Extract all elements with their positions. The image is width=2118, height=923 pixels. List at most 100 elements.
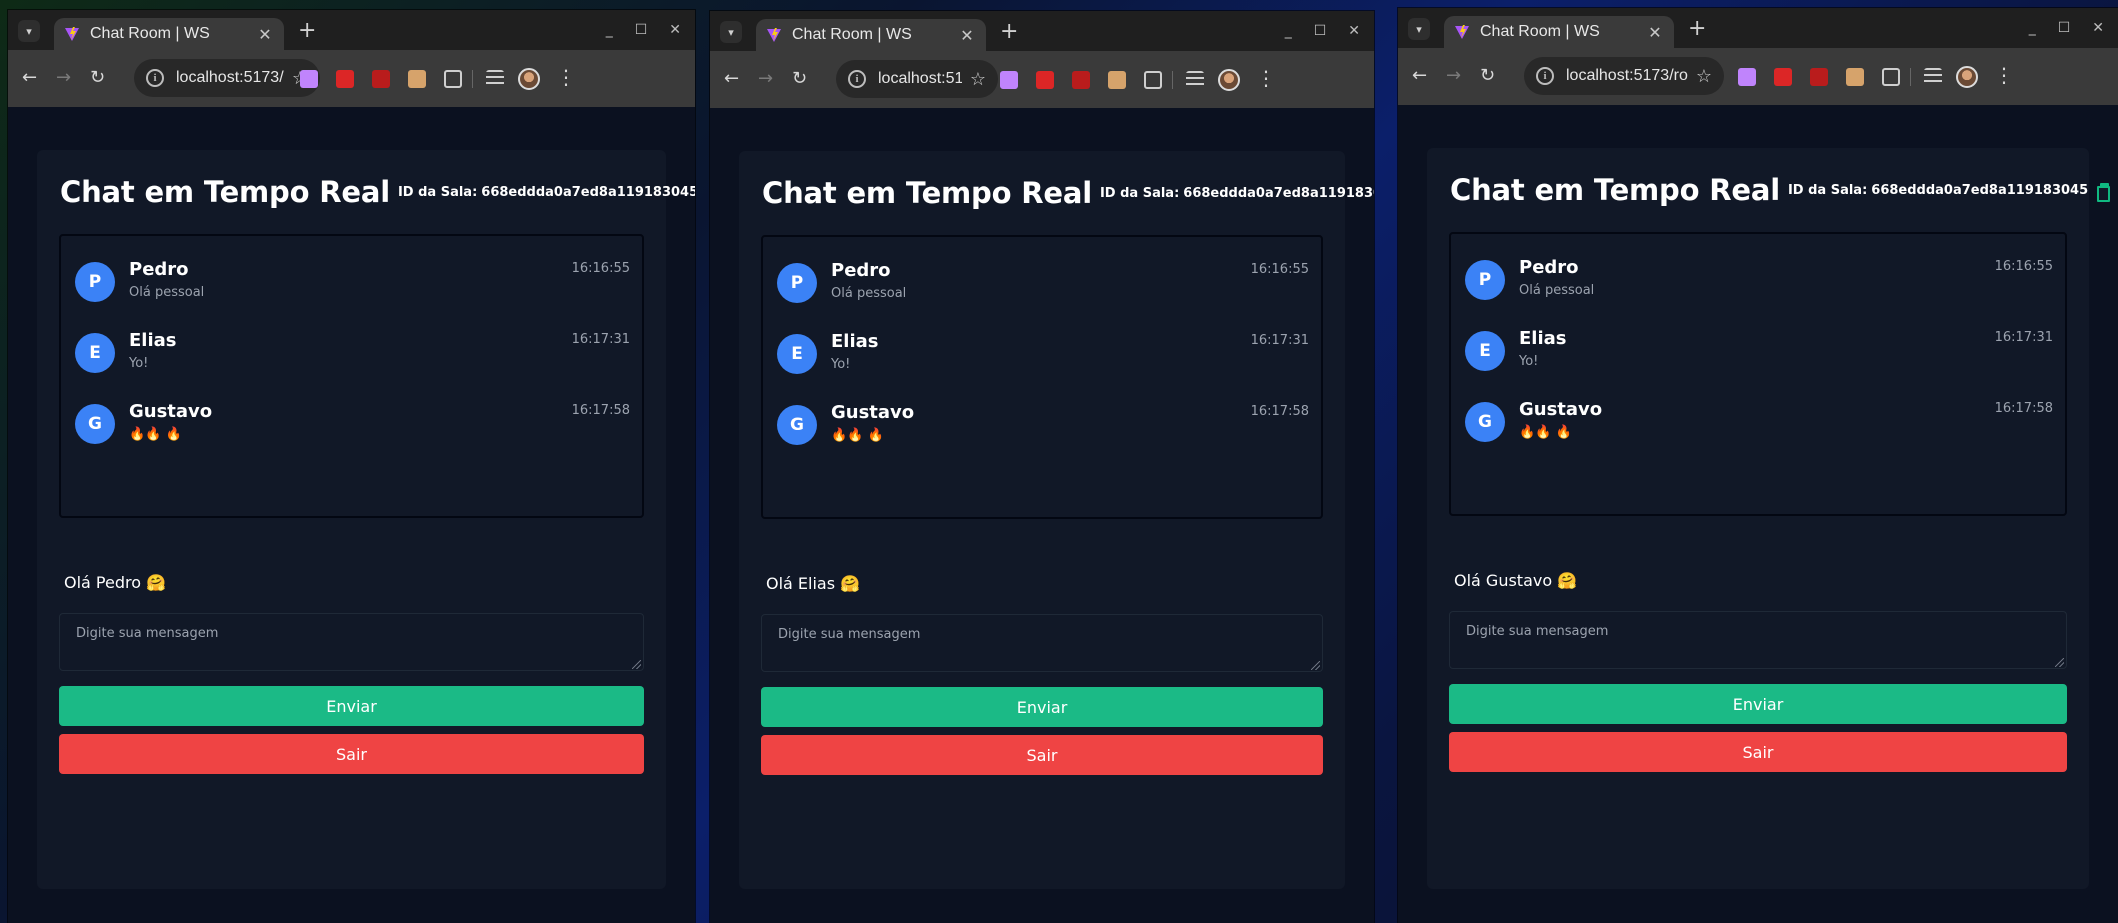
ext-monkey-icon[interactable] <box>1108 71 1126 89</box>
message-item: G Gustavo 🔥🔥 🔥 16:17:58 <box>75 401 630 464</box>
address-bar[interactable]: i localhost:5173/room/668ed... ☆ <box>1524 57 1724 95</box>
tab-search-button[interactable]: ▾ <box>720 21 742 43</box>
send-button[interactable]: Enviar <box>59 686 644 726</box>
extensions-puzzle-icon[interactable] <box>1144 71 1162 89</box>
leave-button[interactable]: Sair <box>1449 732 2067 772</box>
page-viewport: Chat em Tempo Real ID da Sala: 668eddda0… <box>710 108 1374 923</box>
ext-tool-icon[interactable] <box>1036 71 1054 89</box>
avatar: P <box>777 263 817 303</box>
close-window-icon[interactable]: ✕ <box>1348 23 1360 39</box>
message-input[interactable] <box>761 614 1323 672</box>
tab-close-icon[interactable]: ✕ <box>1646 23 1664 42</box>
user-greeting: Olá Gustavo 🤗 <box>1454 571 1578 590</box>
back-arrow-icon[interactable]: ← <box>724 67 739 91</box>
send-button[interactable]: Enviar <box>761 687 1323 727</box>
address-bar[interactable]: i localhost:5173/room/... ☆ <box>836 60 998 98</box>
ext-ublock-icon[interactable] <box>1072 71 1090 89</box>
browser-menu-icon[interactable]: ⋮ <box>556 65 576 89</box>
ext-ublock-icon[interactable] <box>372 70 390 88</box>
ext-ai-icon[interactable] <box>300 70 318 88</box>
message-author: Gustavo <box>129 401 213 422</box>
message-item: P Pedro Olá pessoal 16:16:55 <box>1465 257 2053 320</box>
maximize-icon[interactable]: ☐ <box>2058 20 2071 36</box>
chat-header: Chat em Tempo Real ID da Sala: 668eddda0… <box>60 172 695 212</box>
minimize-icon[interactable]: _ <box>606 22 613 38</box>
close-window-icon[interactable]: ✕ <box>2092 20 2104 36</box>
user-greeting: Olá Pedro 🤗 <box>64 573 167 592</box>
leave-button[interactable]: Sair <box>59 734 644 774</box>
leave-button[interactable]: Sair <box>761 735 1323 775</box>
profile-avatar-icon[interactable] <box>518 68 540 90</box>
new-tab-button[interactable]: + <box>1000 21 1018 43</box>
bookmark-star-icon[interactable]: ☆ <box>1696 66 1712 87</box>
browser-window-pedro: ▾ Chat Room | WS ✕ + _ ☐ ✕ ← → ↻ i local… <box>8 10 695 923</box>
message-author: Elias <box>1519 328 1567 349</box>
message-text: Olá pessoal <box>831 286 907 301</box>
browser-tab[interactable]: Chat Room | WS ✕ <box>54 18 284 50</box>
resize-handle-icon[interactable] <box>632 660 641 669</box>
close-window-icon[interactable]: ✕ <box>669 22 681 38</box>
forward-arrow-icon[interactable]: → <box>758 67 773 91</box>
toolbar-separator <box>1910 68 1911 86</box>
ext-ai-icon[interactable] <box>1000 71 1018 89</box>
back-arrow-icon[interactable]: ← <box>22 66 37 90</box>
browser-menu-icon[interactable]: ⋮ <box>1256 66 1276 90</box>
message-item: E Elias Yo! 16:17:31 <box>1465 328 2053 391</box>
minimize-icon[interactable]: _ <box>1285 23 1292 39</box>
room-id-label: ID da Sala: <box>1099 185 1180 201</box>
tab-close-icon[interactable]: ✕ <box>256 25 274 44</box>
message-author: Pedro <box>129 259 189 280</box>
media-list-icon[interactable] <box>1186 71 1204 89</box>
reload-icon[interactable]: ↻ <box>1480 64 1495 88</box>
message-input[interactable] <box>1449 611 2067 669</box>
extensions-puzzle-icon[interactable] <box>1882 68 1900 86</box>
media-list-icon[interactable] <box>486 70 504 88</box>
reload-icon[interactable]: ↻ <box>90 66 105 90</box>
address-bar[interactable]: i localhost:5173/room/668... ☆ <box>134 59 320 97</box>
new-tab-button[interactable]: + <box>298 20 316 42</box>
new-tab-button[interactable]: + <box>1688 18 1706 40</box>
tab-search-button[interactable]: ▾ <box>1408 18 1430 40</box>
media-list-icon[interactable] <box>1924 68 1942 86</box>
message-text: Yo! <box>1519 354 1539 369</box>
profile-avatar-icon[interactable] <box>1218 69 1240 91</box>
site-info-icon[interactable]: i <box>848 70 866 88</box>
message-author: Elias <box>129 330 177 351</box>
browser-tab[interactable]: Chat Room | WS ✕ <box>1444 16 1674 48</box>
site-info-icon[interactable]: i <box>146 69 164 87</box>
message-author: Pedro <box>1519 257 1579 278</box>
bookmark-star-icon[interactable]: ☆ <box>970 69 986 90</box>
ext-ai-icon[interactable] <box>1738 68 1756 86</box>
resize-handle-icon[interactable] <box>1311 661 1320 670</box>
tab-strip: ▾ Chat Room | WS ✕ + _ ☐ ✕ <box>1398 8 2118 48</box>
forward-arrow-icon[interactable]: → <box>56 66 71 90</box>
back-arrow-icon[interactable]: ← <box>1412 64 1427 88</box>
tab-close-icon[interactable]: ✕ <box>958 26 976 45</box>
resize-handle-icon[interactable] <box>2055 658 2064 667</box>
tab-strip: ▾ Chat Room | WS ✕ + _ ☐ ✕ <box>710 11 1374 51</box>
message-input[interactable] <box>59 613 644 671</box>
browser-tab[interactable]: Chat Room | WS ✕ <box>756 19 986 51</box>
forward-arrow-icon[interactable]: → <box>1446 64 1461 88</box>
ext-ublock-icon[interactable] <box>1810 68 1828 86</box>
minimize-icon[interactable]: _ <box>2029 20 2036 36</box>
profile-avatar-icon[interactable] <box>1956 66 1978 88</box>
message-author: Elias <box>831 331 879 352</box>
send-button[interactable]: Enviar <box>1449 684 2067 724</box>
window-controls: _ ☐ ✕ <box>606 22 681 38</box>
ext-monkey-icon[interactable] <box>408 70 426 88</box>
ext-tool-icon[interactable] <box>1774 68 1792 86</box>
ext-tool-icon[interactable] <box>336 70 354 88</box>
maximize-icon[interactable]: ☐ <box>635 22 648 38</box>
message-author: Pedro <box>831 260 891 281</box>
tab-search-button[interactable]: ▾ <box>18 20 40 42</box>
extensions-puzzle-icon[interactable] <box>444 70 462 88</box>
user-greeting: Olá Elias 🤗 <box>766 574 861 593</box>
site-info-icon[interactable]: i <box>1536 67 1554 85</box>
reload-icon[interactable]: ↻ <box>792 67 807 91</box>
message-text: Olá pessoal <box>129 285 205 300</box>
maximize-icon[interactable]: ☐ <box>1314 23 1327 39</box>
browser-menu-icon[interactable]: ⋮ <box>1994 63 2014 87</box>
message-author: Gustavo <box>1519 399 1603 420</box>
ext-monkey-icon[interactable] <box>1846 68 1864 86</box>
